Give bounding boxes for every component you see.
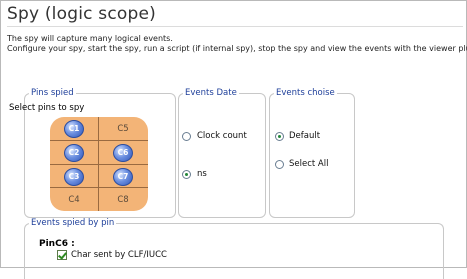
clock-count-radio[interactable] bbox=[182, 132, 191, 141]
pin-c6[interactable]: C6 bbox=[99, 141, 147, 164]
pin-selected-icon: C6 bbox=[113, 143, 133, 162]
pin-c4[interactable]: C4 bbox=[50, 188, 98, 211]
pin-c3[interactable]: C3 bbox=[50, 165, 98, 188]
select-pins-label: Select pins to spy bbox=[9, 103, 85, 113]
events-date-group: Events Date bbox=[178, 88, 266, 218]
pin-selected-icon: C3 bbox=[64, 167, 84, 186]
events-date-legend: Events Date bbox=[185, 88, 237, 98]
pins-spied-legend: Pins spied bbox=[31, 88, 74, 98]
ns-label: ns bbox=[197, 169, 207, 179]
pin-selected-icon: C7 bbox=[113, 167, 133, 186]
default-label: Default bbox=[289, 131, 321, 141]
title-divider bbox=[7, 26, 463, 27]
char-sent-checkbox[interactable] bbox=[57, 250, 67, 260]
pin-c2[interactable]: C2 bbox=[50, 141, 98, 164]
description-line-1: The spy will capture many logical events… bbox=[7, 34, 173, 43]
pin-c8[interactable]: C8 bbox=[99, 188, 147, 211]
pin-c1[interactable]: C1 bbox=[50, 117, 98, 140]
page-title: Spy (logic scope) bbox=[7, 4, 156, 24]
pin-c5[interactable]: C5 bbox=[99, 117, 147, 140]
events-choise-group: Events choise bbox=[269, 88, 355, 218]
events-choise-legend: Events choise bbox=[276, 88, 335, 98]
pin-selected-icon: C1 bbox=[64, 119, 84, 138]
pin-name: PinC6 : bbox=[39, 239, 75, 249]
pin-chip: C1 C5 C2 C6 C3 C7 C4 C8 bbox=[50, 117, 148, 211]
events-spied-group: Events spied by pin bbox=[24, 218, 444, 279]
select-all-radio[interactable] bbox=[275, 160, 284, 169]
select-all-label: Select All bbox=[289, 159, 329, 169]
char-sent-label: Char sent by CLF/IUCC bbox=[71, 250, 167, 260]
default-radio[interactable] bbox=[275, 132, 284, 141]
events-spied-legend: Events spied by pin bbox=[31, 218, 115, 228]
ns-radio[interactable] bbox=[182, 170, 191, 179]
pin-selected-icon: C2 bbox=[64, 143, 84, 162]
pin-c7[interactable]: C7 bbox=[99, 165, 147, 188]
clock-count-label: Clock count bbox=[197, 131, 247, 141]
description-line-2: Configure your spy, start the spy, run a… bbox=[7, 44, 467, 53]
